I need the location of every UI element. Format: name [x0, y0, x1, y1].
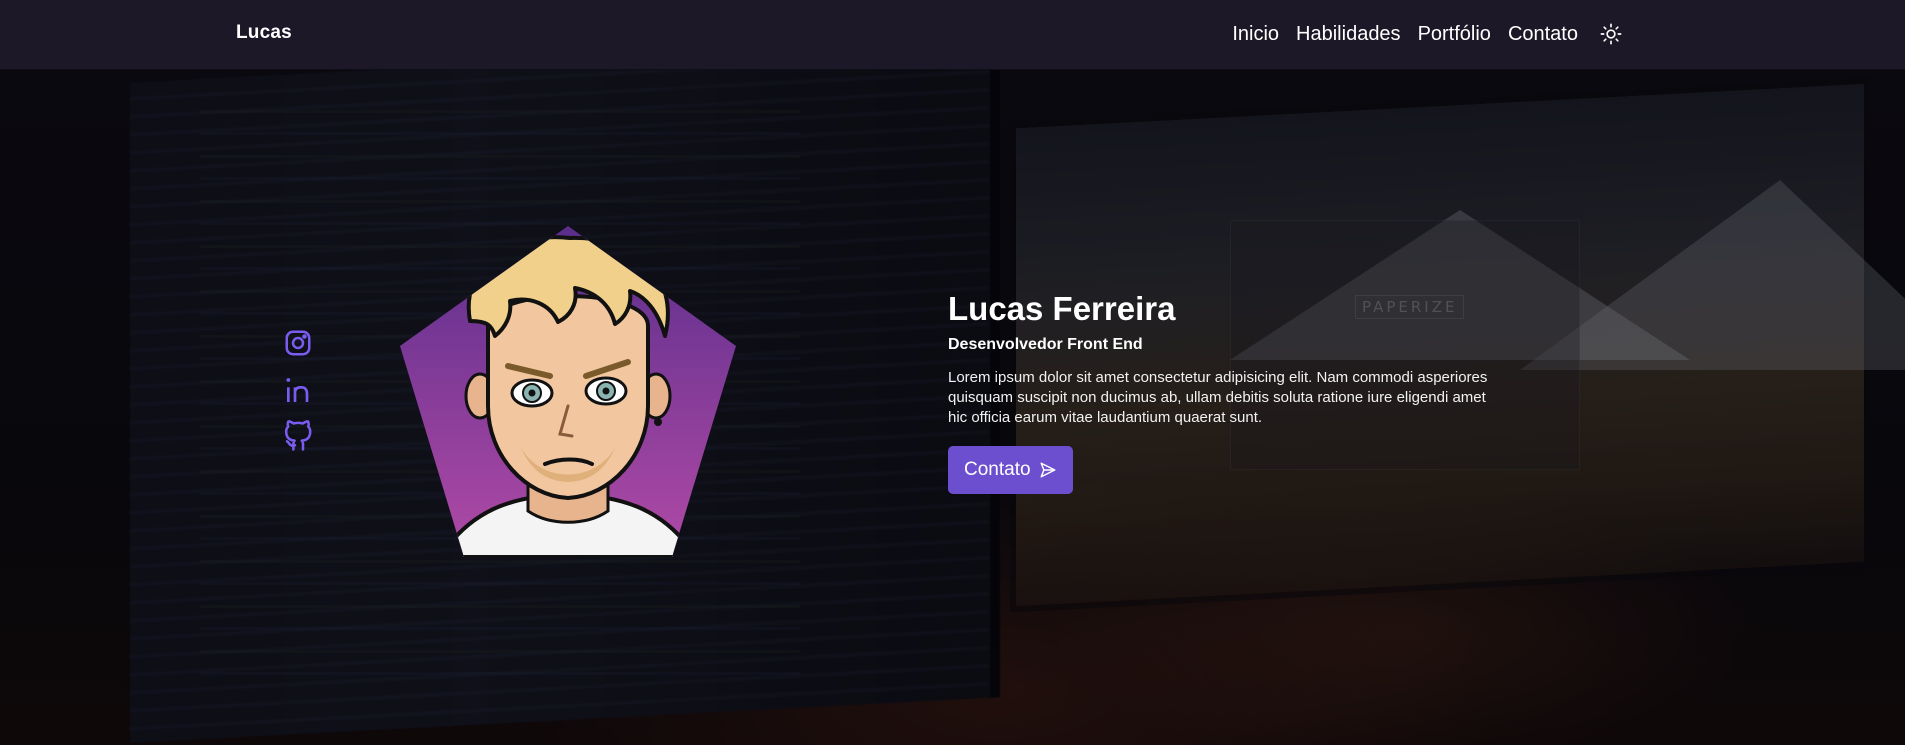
nav-links: Inicio Habilidades Portfólio Contato [1232, 22, 1623, 46]
hero-name: Lucas Ferreira [948, 290, 1176, 327]
linkedin-link[interactable] [283, 374, 315, 406]
sun-icon [1600, 23, 1622, 45]
nav-link-contato[interactable]: Contato [1508, 23, 1578, 46]
instagram-link[interactable] [283, 328, 315, 360]
contact-button[interactable]: Contato [948, 446, 1073, 494]
github-icon [284, 420, 312, 451]
linkedin-icon [286, 378, 309, 402]
github-link[interactable] [283, 420, 315, 452]
avatar-illustration [400, 226, 736, 557]
contact-button-label: Contato [964, 459, 1031, 480]
nav-link-portfolio[interactable]: Portfólio [1418, 23, 1491, 46]
social-links [283, 328, 315, 452]
hero-description: Lorem ipsum dolor sit amet consectetur a… [948, 369, 1488, 426]
navbar: Lucas Inicio Habilidades Portfólio Conta… [0, 0, 1905, 70]
avatar [400, 226, 736, 557]
brand-logo[interactable]: Lucas [236, 22, 292, 44]
hero-content: Lucas Ferreira Desenvolvedor Front End L… [948, 288, 1508, 494]
nav-link-habilidades[interactable]: Habilidades [1296, 23, 1401, 46]
nav-link-inicio[interactable]: Inicio [1232, 23, 1279, 46]
theme-toggle-button[interactable] [1599, 22, 1623, 46]
hero-role: Desenvolvedor Front End [948, 336, 1143, 353]
send-icon [1040, 462, 1056, 478]
instagram-icon [285, 330, 311, 356]
